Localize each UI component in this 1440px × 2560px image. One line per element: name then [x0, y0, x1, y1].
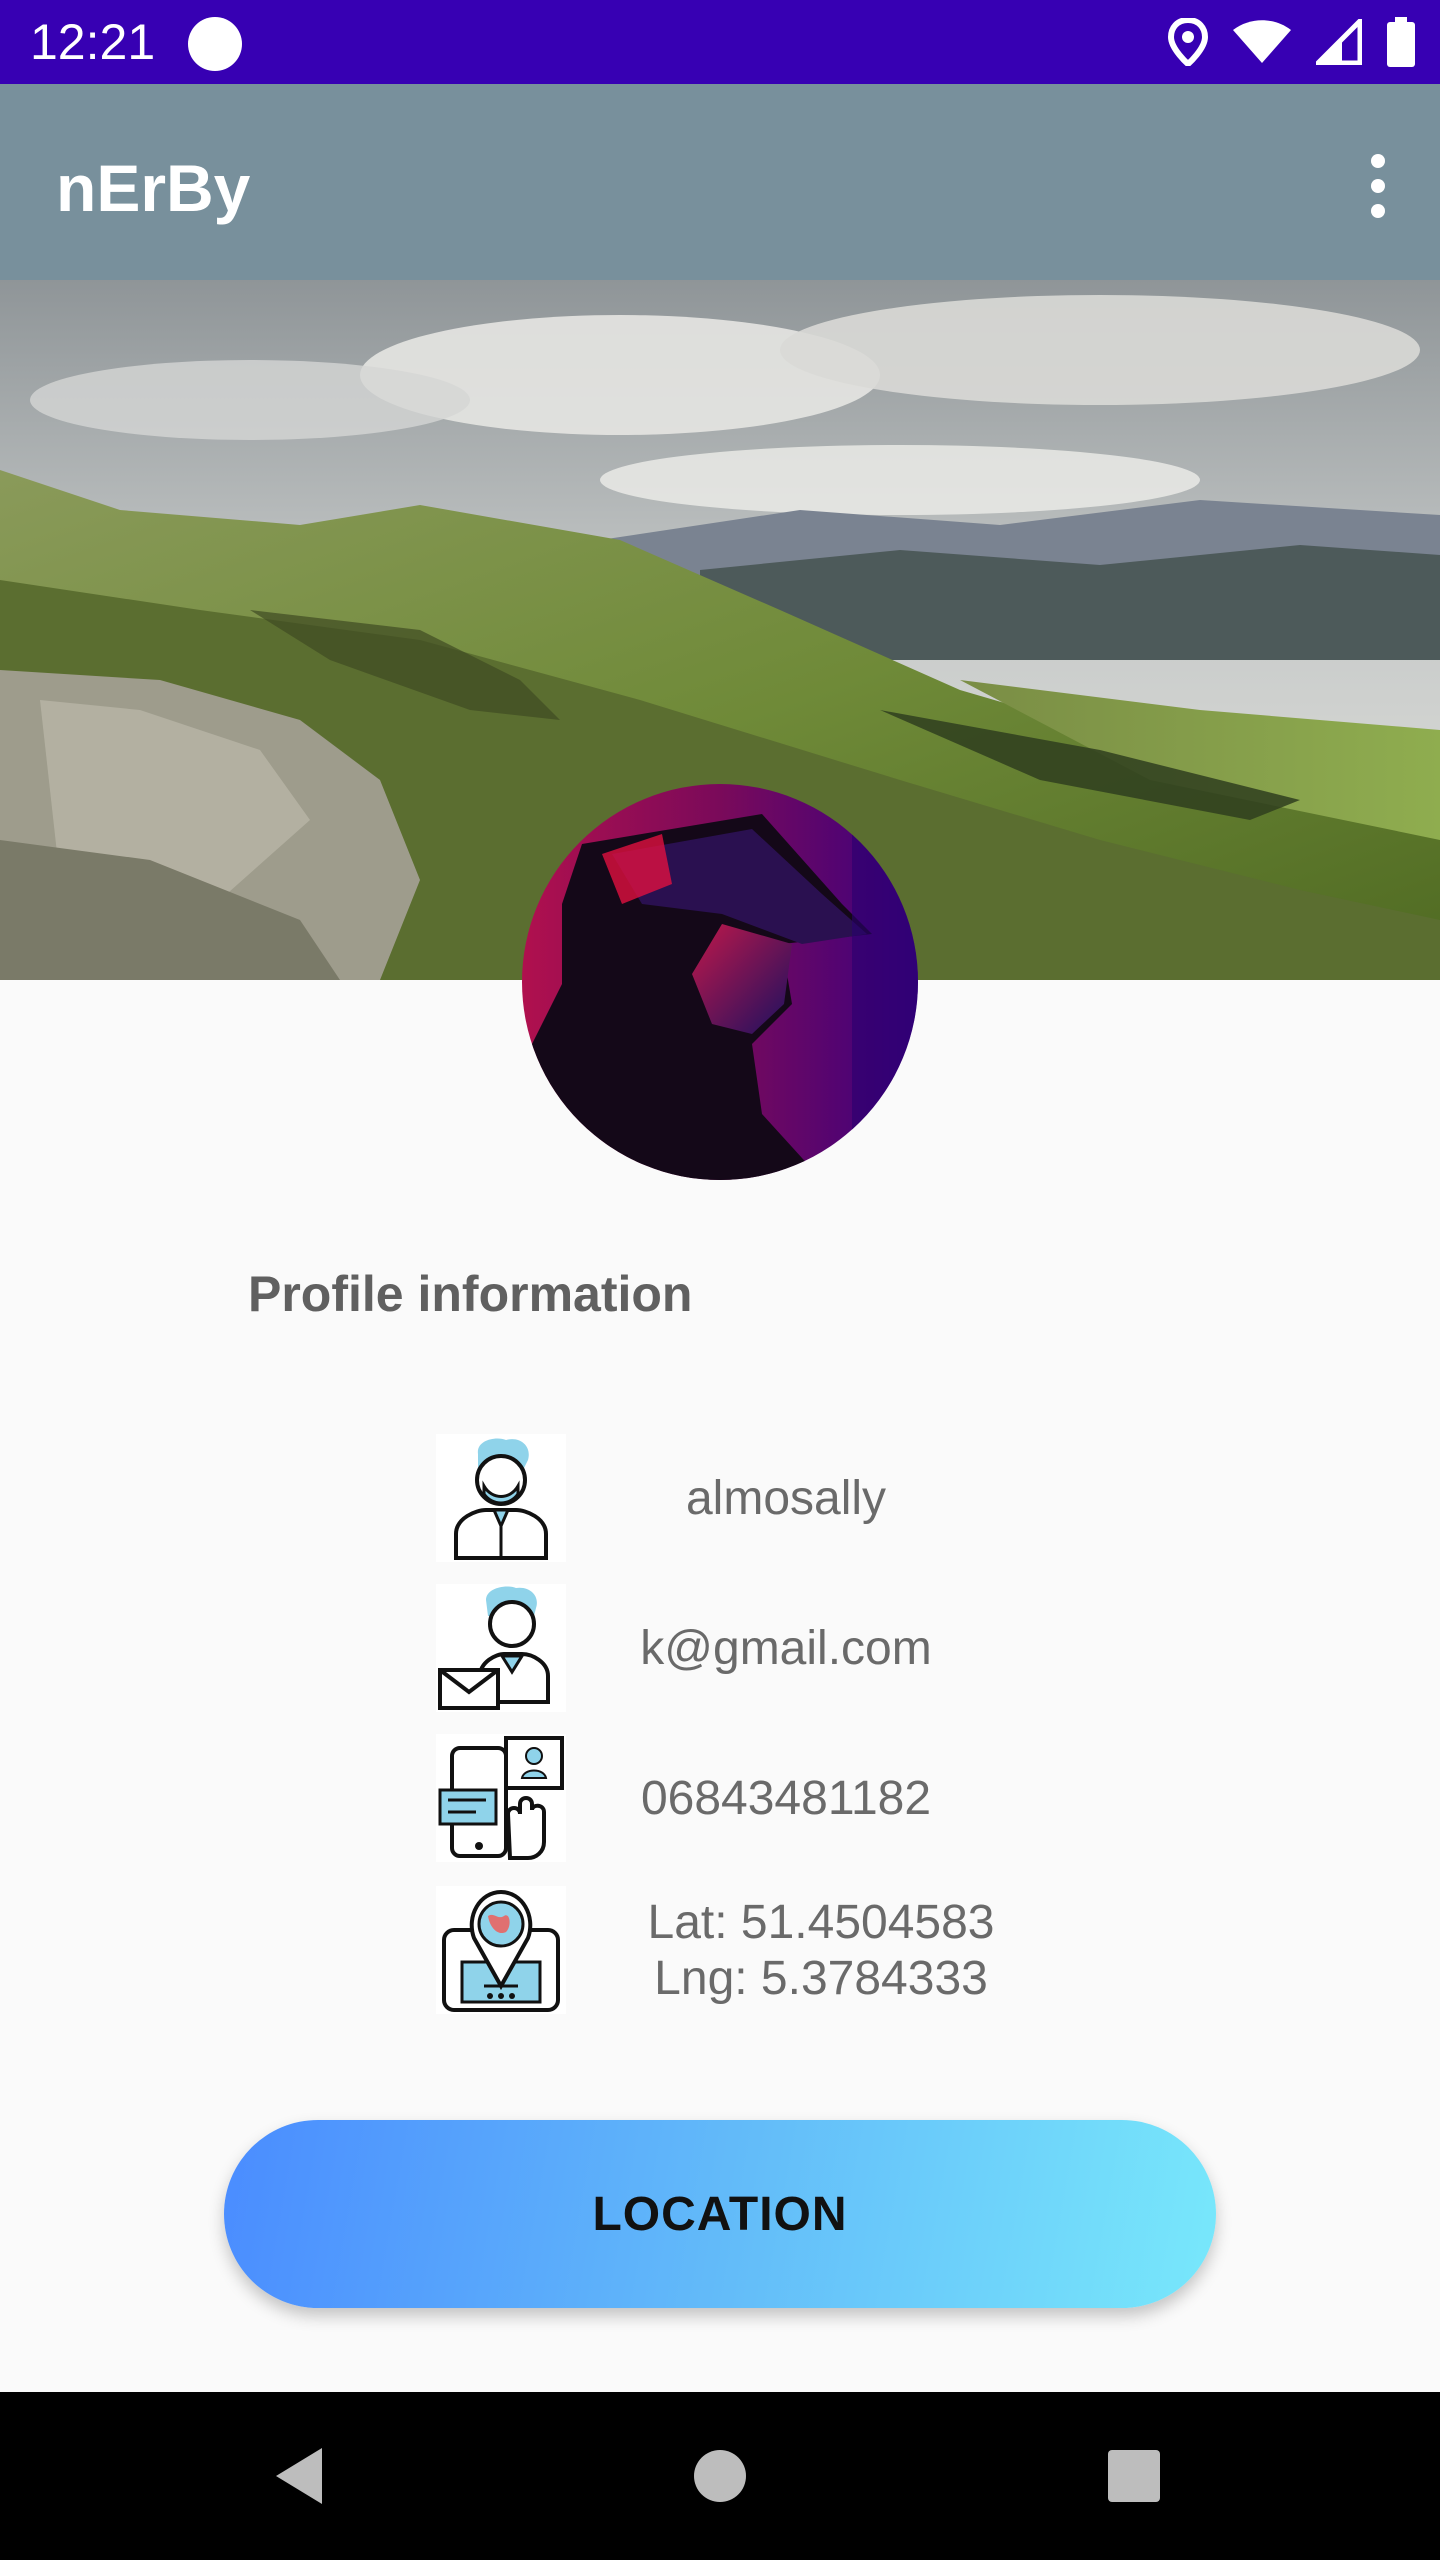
- status-bar: 12:21: [0, 0, 1440, 84]
- username-text: almosally: [685, 1472, 887, 1525]
- profile-screen: 12:21 nErBy Profile information almosall…: [0, 0, 1440, 2560]
- status-time: 12:21: [30, 14, 156, 70]
- phone-contact-icon: [436, 1734, 566, 1862]
- signal-icon: [1316, 19, 1362, 65]
- wifi-icon: [1233, 20, 1291, 63]
- user-avatar-icon: [436, 1434, 566, 1562]
- home-icon[interactable]: [620, 2392, 820, 2560]
- longitude-text: Lng: 5.3784333: [654, 1952, 988, 2005]
- location-icon: [1168, 18, 1208, 66]
- back-icon[interactable]: [200, 2392, 400, 2560]
- email-text: k@gmail.com: [640, 1622, 932, 1675]
- app-title: nErBy: [56, 151, 251, 225]
- section-title: Profile information: [248, 1266, 693, 1322]
- status-icons: [1168, 14, 1416, 70]
- phone-text: 06843481182: [640, 1772, 932, 1825]
- gps-location-icon: [436, 1886, 566, 2014]
- location-button[interactable]: LOCATION: [224, 2120, 1216, 2308]
- more-vert-icon[interactable]: [1354, 146, 1402, 226]
- navigation-bar: [0, 2392, 1440, 2560]
- battery-icon: [1387, 17, 1415, 67]
- email-user-icon: [436, 1584, 566, 1712]
- app-bar: nErBy: [0, 84, 1440, 280]
- notification-dot-icon: [188, 17, 242, 71]
- recents-icon[interactable]: [1034, 2392, 1234, 2560]
- latitude-text: Lat: 51.4504583: [647, 1896, 995, 1949]
- avatar[interactable]: [522, 784, 918, 1180]
